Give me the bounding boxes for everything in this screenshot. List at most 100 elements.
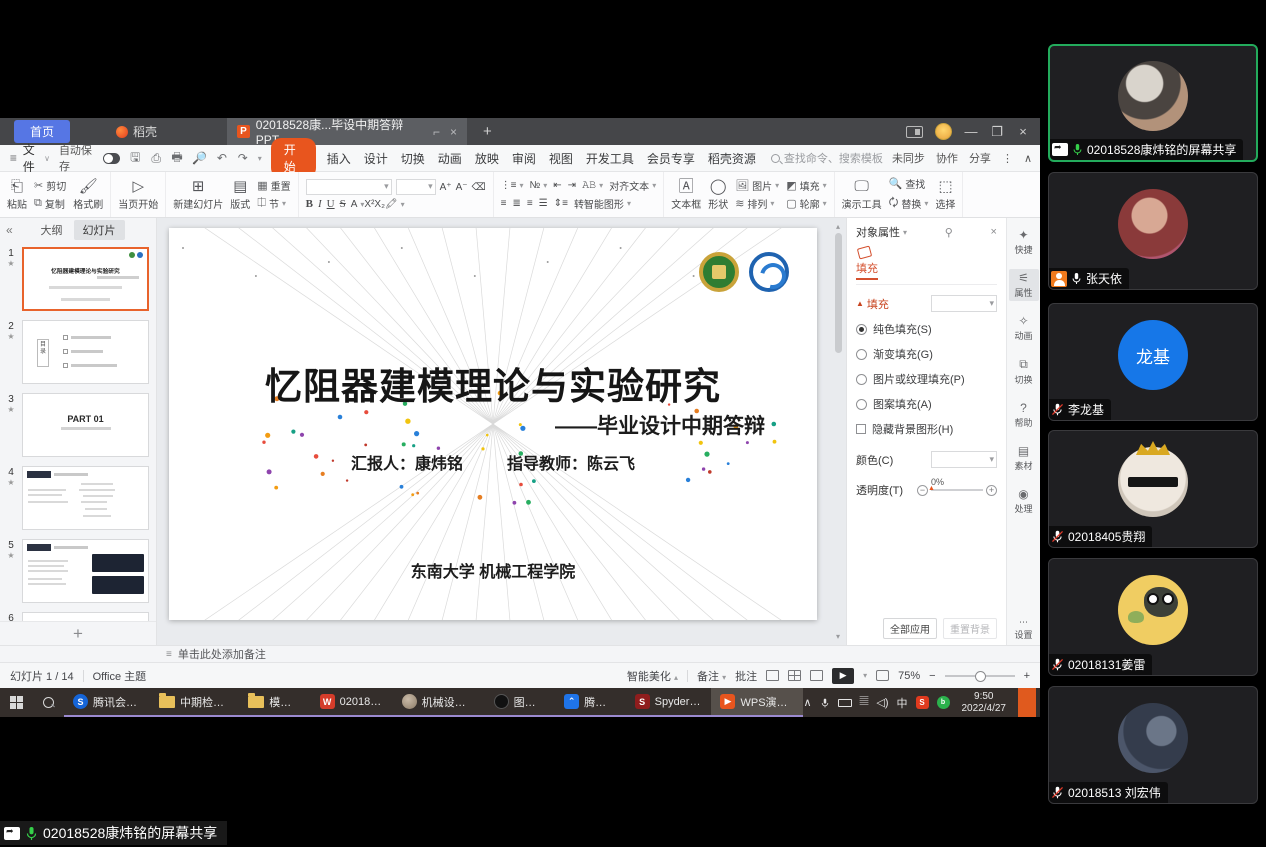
slide-thumb-5[interactable]: 5★	[0, 539, 149, 603]
menu-tab-review[interactable]: 审阅	[510, 150, 538, 167]
slide-thumb-6[interactable]: 6	[0, 612, 149, 621]
menu-tab-insert[interactable]: 插入	[325, 150, 353, 167]
shapes-button[interactable]: ◯形状	[708, 179, 728, 211]
menu-tab-slideshow[interactable]: 放映	[473, 150, 501, 167]
network-icon[interactable]: 𝄚	[860, 696, 869, 709]
scroll-up-icon[interactable]: ▴	[836, 222, 840, 231]
layout-button[interactable]: ▤版式	[230, 179, 250, 211]
copy-button[interactable]: ⧉复制	[34, 196, 66, 211]
sorter-view-icon[interactable]	[788, 670, 801, 681]
textbox-button[interactable]: 🄰文本框	[671, 179, 701, 211]
normal-view-icon[interactable]	[766, 670, 779, 681]
scrollbar-thumb[interactable]	[835, 233, 842, 353]
option-picture-fill[interactable]: 图片或纹理填充(P)	[856, 371, 997, 387]
find-button[interactable]: 🔍查找	[889, 176, 929, 191]
more-caret-icon[interactable]: ▾	[258, 154, 262, 163]
slide-subtitle[interactable]: ——毕业设计中期答辩	[555, 410, 765, 440]
font-color-button[interactable]: A▾	[351, 199, 365, 210]
taskbar-app-meeting2[interactable]: ⌃腾讯会议	[555, 688, 625, 717]
slide-school-line[interactable]: 东南大学 机械工程学院	[169, 558, 817, 582]
menu-tab-view[interactable]: 视图	[547, 150, 575, 167]
strip-item-quick[interactable]: ✦快捷	[1009, 226, 1039, 258]
slide-thumb-1[interactable]: 1★ 忆阻器建模理论与实验研究	[0, 247, 149, 311]
taskbar-app-image-viewer[interactable]: 图片查看	[485, 688, 555, 717]
menu-tab-docer-res[interactable]: 稻壳资源	[706, 150, 758, 167]
pin-icon[interactable]: ⚲	[937, 226, 953, 239]
panel-close-icon[interactable]: ×	[983, 226, 997, 238]
option-pattern-fill[interactable]: 图案填充(A)	[856, 396, 997, 412]
font-size-select[interactable]	[396, 179, 436, 195]
numbering-button[interactable]: №▾	[530, 178, 548, 193]
tray-green-icon[interactable]: b	[937, 696, 950, 709]
reset-background-button[interactable]: 重置背景	[943, 618, 997, 639]
reset-button[interactable]: ▦重置	[257, 178, 290, 193]
menu-tab-member[interactable]: 会员专享	[645, 150, 697, 167]
tray-chevron-icon[interactable]: ∧	[804, 696, 812, 709]
text-direction-button[interactable]: 𝙰𝙱▾	[582, 178, 603, 193]
select-button[interactable]: ⬚选择	[935, 179, 955, 211]
color-select[interactable]	[931, 451, 997, 468]
notes-button[interactable]: 备注 ▾	[697, 668, 726, 684]
font-grow-button[interactable]: A⁺	[440, 179, 452, 195]
new-slide-button[interactable]: ⊞新建幻灯片	[173, 179, 223, 211]
slide-thumb-3[interactable]: 3★ PART 01	[0, 393, 149, 457]
editing-canvas[interactable]: 忆阻器建模理论与实验研究 ——毕业设计中期答辩 汇报人：康炜铭指导教师：陈云飞 …	[157, 218, 846, 645]
beautify-button[interactable]: 智能美化 ▴	[627, 668, 678, 684]
fill-preset-select[interactable]	[931, 295, 997, 312]
highlight-button[interactable]: 🖍▾	[385, 199, 405, 210]
tray-mic-icon[interactable]	[820, 696, 830, 710]
picture-button[interactable]: 🖼图片▾	[735, 178, 779, 193]
theme-name[interactable]: Office 主题	[93, 668, 147, 684]
tab-eye-icon[interactable]: ⌐	[433, 125, 440, 139]
align-center-button[interactable]: ≣	[513, 196, 521, 211]
taskbar-app-wps-writer[interactable]: W02018528...	[311, 688, 393, 717]
slide-presenter-line[interactable]: 汇报人：康炜铭指导教师：陈云飞	[169, 450, 817, 474]
bold-button[interactable]: B	[306, 198, 313, 210]
command-search[interactable]: 查找命令、搜索模板	[771, 150, 883, 166]
taskbar-search-button[interactable]	[33, 688, 64, 717]
taskbar-app-spyder[interactable]: SSpyder (Py...	[626, 688, 712, 717]
italic-button[interactable]: I	[318, 198, 322, 210]
option-solid-fill[interactable]: 纯色填充(S)	[856, 321, 997, 337]
underline-button[interactable]: U	[327, 198, 335, 210]
collab-button[interactable]: 协作	[936, 150, 958, 166]
collapse-ribbon-icon[interactable]: ∧	[1024, 152, 1032, 165]
speaker-icon[interactable]: ◁)	[876, 696, 888, 709]
strip-settings[interactable]: ⋯ 设置	[1014, 617, 1032, 641]
participant-tile-3[interactable]: 龙基 李龙基	[1048, 303, 1258, 421]
zoom-out-icon[interactable]: −	[929, 670, 935, 682]
format-painter-button[interactable]: 🖌格式刷	[73, 179, 103, 211]
redo-icon[interactable]: ↷	[237, 151, 249, 165]
participant-tile-6[interactable]: 02018513 刘宏伟	[1048, 686, 1258, 804]
strip-item-properties[interactable]: ⚟属性	[1009, 269, 1039, 301]
strike-button[interactable]: S	[340, 198, 346, 210]
tab-document[interactable]: P 02018528康...毕设中期答辩PPT ⌐ ×	[227, 118, 467, 145]
save-icon[interactable]: 🖫	[129, 148, 141, 169]
preview-icon[interactable]: 🔎	[192, 151, 207, 165]
play-from-page-button[interactable]: ▷当页开始	[118, 179, 158, 211]
slide-thumbnail-list[interactable]: 1★ 忆阻器建模理论与实验研究 2★ 目录	[0, 242, 156, 621]
read-view-icon[interactable]	[810, 670, 823, 681]
present-tools-button[interactable]: 🖵演示工具	[842, 179, 882, 211]
battery-icon[interactable]	[838, 699, 852, 707]
new-tab-button[interactable]: +	[483, 123, 492, 140]
scroll-down-icon[interactable]: ▾	[836, 632, 840, 641]
sync-status[interactable]: 未同步	[892, 150, 925, 166]
outline-button[interactable]: ▢轮廓▾	[786, 196, 826, 211]
menu-tab-devtools[interactable]: 开发工具	[584, 150, 636, 167]
align-right-button[interactable]: ≡	[527, 196, 533, 211]
clear-format-button[interactable]: ⌫	[472, 179, 486, 195]
align-text-button[interactable]: 对齐文本▾	[609, 178, 656, 193]
fill-section-header[interactable]: ▲ 填充	[856, 295, 997, 312]
undo-icon[interactable]: ↶	[216, 151, 228, 165]
superscript-button[interactable]: X²	[364, 199, 374, 210]
fill-tab[interactable]: 填充	[856, 247, 997, 285]
strip-item-help[interactable]: ?帮助	[1009, 399, 1039, 431]
slide-title[interactable]: 忆阻器建模理论与实验研究	[169, 356, 817, 410]
arrange-button[interactable]: ≋排列▾	[735, 196, 779, 211]
indent-button[interactable]: ⇥	[568, 178, 576, 193]
slide-thumb-2[interactable]: 2★ 目录	[0, 320, 149, 384]
ime-indicator[interactable]: 中	[897, 695, 908, 711]
transparency-slider[interactable]: − 0% +	[917, 485, 997, 496]
subscript-button[interactable]: X₂	[374, 199, 385, 210]
